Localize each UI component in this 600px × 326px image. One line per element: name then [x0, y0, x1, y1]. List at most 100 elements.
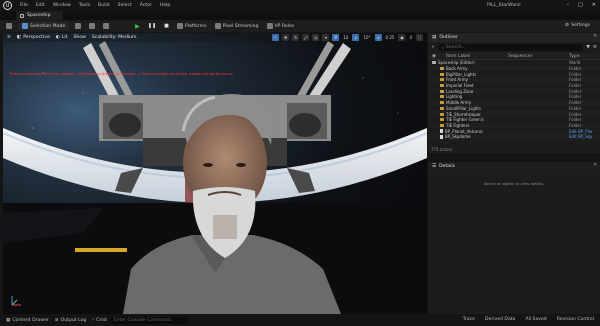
outliner-row[interactable]: BP_Skydome Edit BP_Sky	[428, 133, 600, 140]
perspective-dropdown[interactable]: ◧ Perspective	[17, 35, 50, 40]
scale-snap-icon[interactable]: ⇲	[374, 34, 382, 41]
cmd-dropdown[interactable]: › Cmd	[92, 318, 106, 323]
content-drawer-button[interactable]: ▦ Content Drawer	[6, 318, 49, 323]
world-space-icon[interactable]: ◎	[312, 34, 320, 41]
camera-speed-value[interactable]: 4	[408, 34, 413, 41]
console-command-input[interactable]: Enter Console Command	[109, 316, 188, 324]
cmd-label: Cmd	[96, 317, 107, 323]
scale-snap-value[interactable]: 0.25	[385, 34, 396, 41]
gear-icon: ⚙	[565, 23, 570, 28]
col-visibility-icon[interactable]: ◉	[432, 54, 436, 59]
rotate-tool-icon[interactable]: ↻	[292, 34, 300, 41]
cinematics-button[interactable]	[101, 22, 111, 30]
play-icon: ▶	[135, 22, 140, 30]
outliner-row-type[interactable]: Edit BP_Plar	[569, 129, 593, 134]
surface-snap-icon[interactable]: ▾	[322, 34, 330, 41]
save-icon	[6, 23, 12, 29]
outliner-close-icon[interactable]: ✕	[593, 34, 597, 39]
translate-tool-icon[interactable]: ✥	[282, 34, 290, 41]
lit-label: Lit	[61, 35, 68, 40]
select-tool-icon[interactable]: ↖	[272, 34, 280, 41]
filter-icon[interactable]: ▼	[586, 45, 590, 50]
settings-button[interactable]: ⚙ Settings	[565, 23, 590, 28]
blueprint-icon	[89, 23, 96, 29]
col-sequence[interactable]: Sequencer	[508, 54, 533, 59]
menu-build[interactable]: Build	[98, 3, 110, 8]
output-log-icon: ≣	[54, 317, 59, 323]
pause-button[interactable]: ❚❚	[146, 22, 158, 30]
outliner-settings-icon[interactable]: ⚙	[593, 45, 597, 50]
menu-edit[interactable]: Edit	[36, 3, 45, 8]
outliner-header: ▤ Outliner ✕	[428, 33, 600, 42]
viewport-menu-icon[interactable]: ≡	[7, 35, 11, 40]
lit-dropdown[interactable]: ◐ Lit	[56, 35, 68, 40]
outliner-row-type: Folder	[569, 117, 582, 123]
trace-button[interactable]: Trace	[463, 317, 475, 322]
outliner-icon: ▤	[432, 35, 437, 40]
tab-spaceship[interactable]: Spaceship	[16, 11, 63, 20]
grid-snap-icon[interactable]: #	[332, 34, 340, 41]
menu-help[interactable]: Help	[160, 3, 170, 8]
folder-icon	[440, 84, 444, 88]
platforms-dropdown[interactable]: Platforms	[175, 22, 209, 30]
actor-icon	[440, 134, 443, 139]
angle-snap-value[interactable]: 10°	[362, 34, 371, 41]
minimize-button[interactable]: –	[567, 2, 570, 8]
menu-window[interactable]: Window	[53, 3, 71, 8]
status-bar-right: Trace Derived Data All Saved Revision Co…	[463, 317, 594, 322]
add-filter-icon[interactable]: +	[431, 45, 435, 50]
level-viewport[interactable]: ≡ ◧ Perspective ◐ Lit Show Scalability: …	[3, 33, 427, 314]
folder-icon	[440, 106, 444, 110]
outliner-search-input[interactable]: ⌕ Search...	[437, 44, 584, 51]
cmd-icon: ›	[92, 317, 95, 323]
grid-snap-value[interactable]: 10	[342, 34, 349, 41]
show-dropdown[interactable]: Show	[73, 35, 85, 40]
derived-data-button[interactable]: Derived Data	[485, 317, 515, 322]
folder-icon	[440, 95, 444, 99]
outliner-tree: Spaceship (Editor) World Back Army Folder Bi…	[428, 60, 600, 140]
all-saved-button[interactable]: All Saved	[525, 317, 546, 322]
output-log-button[interactable]: ≣ Output Log	[55, 318, 86, 323]
lit-icon: ◐	[55, 35, 60, 40]
outliner-row-label: BP_Planet_Volcanic	[445, 128, 484, 134]
menu-actor[interactable]: Actor	[140, 3, 152, 8]
outliner-row-type: Folder	[569, 83, 582, 89]
main-toolbar: Selection Mode ▶ ❚❚ ■ Platforms Pixel St…	[0, 20, 600, 32]
angle-snap-icon[interactable]: ∠	[352, 34, 360, 41]
outliner-row-label: Back Army	[446, 66, 468, 72]
outliner-columns: ◉ Item Label Sequencer Type	[428, 53, 600, 60]
outliner-row-type[interactable]: Edit BP_Sky	[569, 134, 592, 139]
outliner-row-label: BigPillar_Lights	[446, 71, 477, 77]
menu-select[interactable]: Select	[118, 3, 132, 8]
viewport-warning-text: Texture streaming pool over budget... Mi…	[9, 72, 233, 76]
outliner-row-label: Middle Army	[446, 100, 472, 106]
camera-speed-icon[interactable]: ◉	[398, 34, 406, 41]
maximize-button[interactable]: □	[578, 2, 583, 8]
cursor-icon	[22, 23, 28, 29]
scalability-dropdown[interactable]: Scalability: Medium	[92, 35, 137, 40]
menu-bar: U File Edit Window Tools Build Select Ac…	[0, 0, 600, 11]
menu-tools[interactable]: Tools	[79, 3, 90, 8]
scale-tool-icon[interactable]: ⤢	[302, 34, 310, 41]
vp-roles-dropdown[interactable]: VP Roles	[265, 22, 297, 30]
folder-icon	[440, 72, 444, 76]
play-button[interactable]: ▶	[133, 22, 142, 30]
menu-file[interactable]: File	[20, 3, 28, 8]
add-content-button[interactable]	[73, 22, 83, 30]
folder-icon	[440, 112, 444, 116]
details-close-icon[interactable]: ✕	[593, 163, 597, 168]
col-label[interactable]: Item Label	[446, 54, 470, 59]
outliner-actor-count: 775 actors	[431, 147, 453, 152]
outliner-panel: ▤ Outliner ✕ + ⌕ Search... ▼ ⚙ ◉ Item La…	[428, 33, 600, 153]
stop-button[interactable]: ■	[162, 22, 171, 30]
close-button[interactable]: ✕	[592, 2, 596, 8]
selection-mode-dropdown[interactable]: Selection Mode	[18, 22, 70, 30]
blueprint-button[interactable]	[87, 22, 97, 30]
tab-bar: Spaceship	[0, 11, 600, 20]
pixel-streaming-dropdown[interactable]: Pixel Streaming	[213, 22, 261, 30]
maximize-viewport-icon[interactable]: ⛶	[416, 34, 423, 41]
outliner-row-label: Lighting	[446, 94, 463, 100]
save-button[interactable]	[4, 22, 14, 30]
revision-control-button[interactable]: Revision Control	[557, 317, 594, 322]
col-type[interactable]: Type	[569, 54, 580, 59]
